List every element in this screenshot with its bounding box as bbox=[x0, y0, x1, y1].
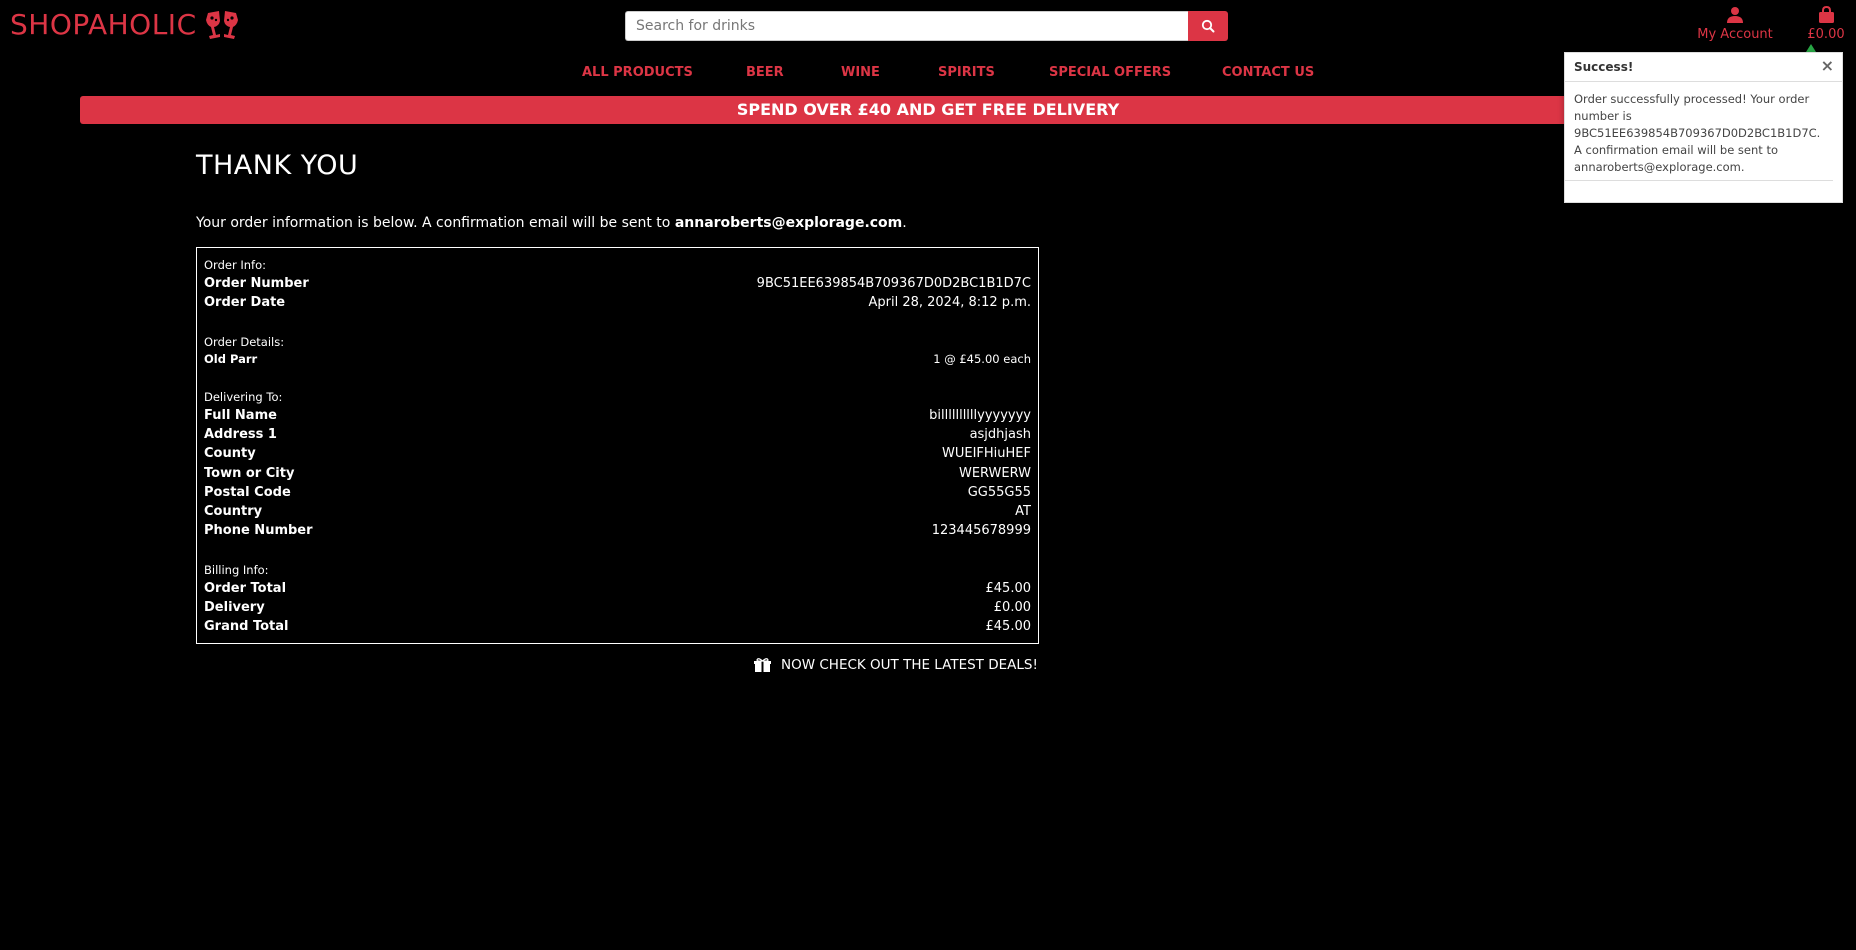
billing-info-heading: Billing Info: bbox=[204, 563, 269, 577]
my-account-label: My Account bbox=[1697, 27, 1773, 42]
postal-code-label: Postal Code bbox=[204, 485, 291, 500]
search-input[interactable] bbox=[625, 11, 1188, 41]
order-details-heading: Order Details: bbox=[204, 335, 285, 349]
cart-total: £0.00 bbox=[1807, 27, 1845, 42]
grand-total-value: £45.00 bbox=[985, 619, 1032, 634]
grand-total-label: Grand Total bbox=[204, 619, 289, 634]
county-value: WUEIFHiuHEF bbox=[942, 446, 1031, 461]
order-summary: Order Info: Order Number 9BC51EE639854B7… bbox=[196, 247, 1039, 644]
search-bar bbox=[625, 11, 1228, 41]
town-label: Town or City bbox=[204, 466, 295, 481]
full-name-label: Full Name bbox=[204, 408, 277, 423]
delivery-row: Postal Code GG55G55 bbox=[204, 485, 1031, 500]
intro-text: Your order information is below. A confi… bbox=[196, 215, 675, 231]
brand-name: SHOPAHOLIC bbox=[10, 8, 197, 41]
delivery-value: £0.00 bbox=[993, 600, 1031, 615]
delivering-to-heading: Delivering To: bbox=[204, 390, 283, 404]
toast-message: Order successfully processed! Your order… bbox=[1565, 82, 1833, 181]
toast-arrow bbox=[1806, 44, 1816, 52]
nav-beer[interactable]: BEER bbox=[746, 65, 784, 80]
billing-row: Order Total £45.00 bbox=[204, 581, 1031, 596]
nav-special-offers[interactable]: SPECIAL OFFERS bbox=[1049, 65, 1171, 80]
delivery-row: Phone Number 123445678999 bbox=[204, 523, 1031, 538]
order-date-row: Order Date April 28, 2024, 8:12 p.m. bbox=[204, 295, 1031, 310]
order-info-heading: Order Info: bbox=[204, 258, 266, 272]
latest-deals-label: NOW CHECK OUT THE LATEST DEALS! bbox=[781, 657, 1038, 673]
billing-row: Grand Total £45.00 bbox=[204, 619, 1031, 634]
toast-header: Success! × bbox=[1565, 53, 1842, 82]
search-button[interactable] bbox=[1188, 11, 1228, 41]
phone-value: 123445678999 bbox=[931, 523, 1031, 538]
order-number-label: Order Number bbox=[204, 276, 309, 291]
item-name: Old Parr bbox=[204, 352, 258, 366]
order-total-label: Order Total bbox=[204, 581, 287, 596]
order-number-row: Order Number 9BC51EE639854B709367D0D2BC1… bbox=[204, 276, 1031, 291]
intro-suffix: . bbox=[902, 215, 907, 231]
cheers-glasses-icon bbox=[205, 10, 238, 39]
order-number-value: 9BC51EE639854B709367D0D2BC1B1D7C bbox=[756, 276, 1031, 291]
order-total-value: £45.00 bbox=[985, 581, 1032, 596]
nav-wine[interactable]: WINE bbox=[841, 65, 880, 80]
address-value: asjdhjash bbox=[969, 427, 1031, 442]
search-icon bbox=[1201, 19, 1215, 33]
country-label: Country bbox=[204, 504, 263, 519]
delivery-row: County WUEIFHiuHEF bbox=[204, 446, 1031, 461]
my-account-link[interactable]: My Account bbox=[1690, 6, 1780, 42]
nav-spirits[interactable]: SPIRITS bbox=[938, 65, 995, 80]
country-value: AT bbox=[1015, 504, 1031, 519]
nav-all-products[interactable]: ALL PRODUCTS bbox=[582, 65, 693, 80]
full-name-value: billllllllllyyyyyyy bbox=[929, 408, 1031, 423]
order-date-label: Order Date bbox=[204, 295, 286, 310]
delivery-row: Address 1 asjdhjash bbox=[204, 427, 1031, 442]
phone-label: Phone Number bbox=[204, 523, 313, 538]
success-toast: Success! × Order successfully processed!… bbox=[1564, 52, 1843, 203]
free-delivery-banner: SPEND OVER £40 AND GET FREE DELIVERY bbox=[80, 96, 1776, 124]
order-date-value: April 28, 2024, 8:12 p.m. bbox=[868, 295, 1031, 310]
order-item-row: Old Parr 1 @ £45.00 each bbox=[204, 352, 1031, 366]
postal-code-value: GG55G55 bbox=[967, 485, 1031, 500]
delivery-row: Full Name billllllllllyyyyyyy bbox=[204, 408, 1031, 423]
page-title: THANK YOU bbox=[196, 150, 359, 181]
close-icon[interactable]: × bbox=[1821, 56, 1834, 75]
order-intro: Your order information is below. A confi… bbox=[196, 215, 907, 231]
shopping-bag-link[interactable]: £0.00 bbox=[1800, 6, 1852, 42]
delivery-label: Delivery bbox=[204, 600, 265, 615]
nav-contact-us[interactable]: CONTACT US bbox=[1222, 65, 1314, 80]
town-value: WERWERW bbox=[958, 466, 1031, 481]
delivery-row: Town or City WERWERW bbox=[204, 466, 1031, 481]
latest-deals-link[interactable]: NOW CHECK OUT THE LATEST DEALS! bbox=[754, 657, 1038, 673]
billing-row: Delivery £0.00 bbox=[204, 600, 1031, 615]
item-quantity: 1 @ £45.00 each bbox=[933, 352, 1031, 366]
shopping-bag-icon bbox=[1818, 6, 1834, 23]
gift-icon bbox=[754, 657, 771, 672]
user-icon bbox=[1727, 7, 1743, 23]
confirmation-email: annaroberts@explorage.com bbox=[674, 215, 903, 231]
county-label: County bbox=[204, 446, 256, 461]
brand-logo[interactable]: SHOPAHOLIC bbox=[10, 8, 239, 41]
address-label: Address 1 bbox=[204, 427, 277, 442]
toast-title: Success! bbox=[1574, 60, 1634, 74]
delivery-row: Country AT bbox=[204, 504, 1031, 519]
